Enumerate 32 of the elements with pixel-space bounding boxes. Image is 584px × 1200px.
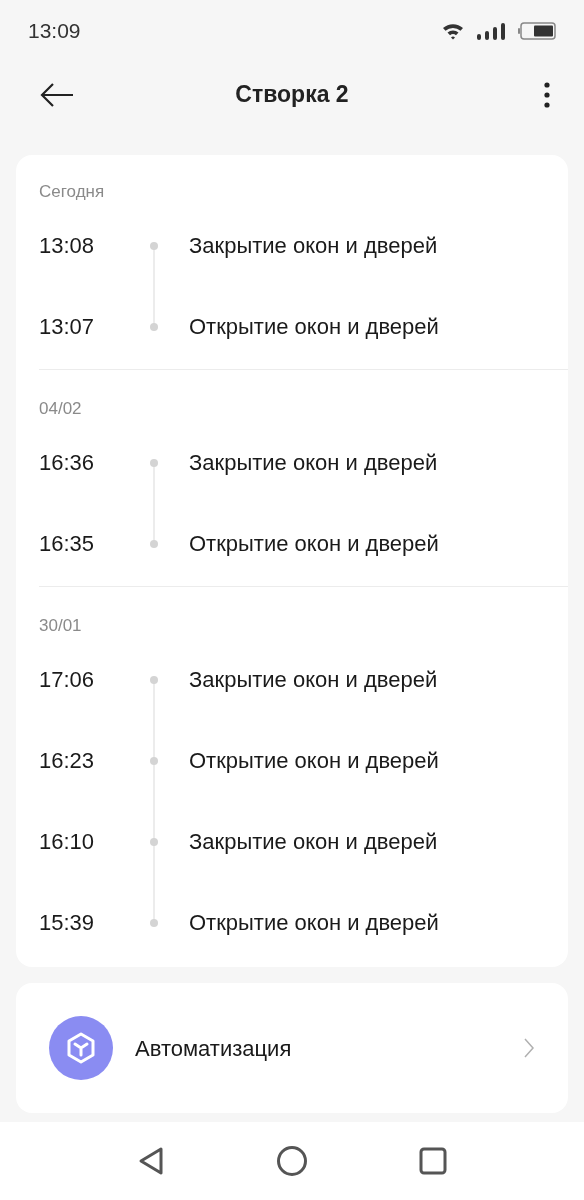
event-text: Закрытие окон и дверей [189,828,438,856]
event-time: 16:10 [39,828,96,856]
event-text: Закрытие окон и дверей [189,449,438,477]
event-time: 13:07 [39,313,96,341]
date-header: Сегодня [39,181,105,204]
event-time: 15:39 [39,909,96,937]
triangle-back-icon [137,1146,164,1176]
event-text: Открытие окон и дверей [189,747,439,775]
event-text: Закрытие окон и дверей [189,666,438,694]
page-title: Створка 2 [235,80,349,110]
event-time: 17:06 [39,666,96,694]
back-arrow-icon [40,81,74,108]
battery-icon [518,22,556,40]
more-icon [544,81,550,108]
event-text: Открытие окон и дверей [189,313,439,341]
event-time: 16:36 [39,449,96,477]
chevron-icon [524,1038,534,1058]
home-circle-icon [276,1145,308,1177]
automation-item[interactable]: Автоматизация [16,983,568,1113]
event-text: Открытие окон и дверей [189,530,439,558]
status-time: 13:09 [28,18,81,45]
date-header: 04/02 [39,398,82,421]
date-header: 30/01 [39,615,82,638]
event-time: 13:08 [39,232,96,260]
cube-icon [66,1032,96,1064]
recents-square-icon [419,1147,448,1175]
event-text: Открытие окон и дверей [189,909,439,937]
wifi-icon [442,22,464,40]
event-time: 16:23 [39,747,96,775]
event-text: Закрытие окон и дверей [189,232,438,260]
signal-icon [476,22,506,40]
event-time: 16:35 [39,530,96,558]
